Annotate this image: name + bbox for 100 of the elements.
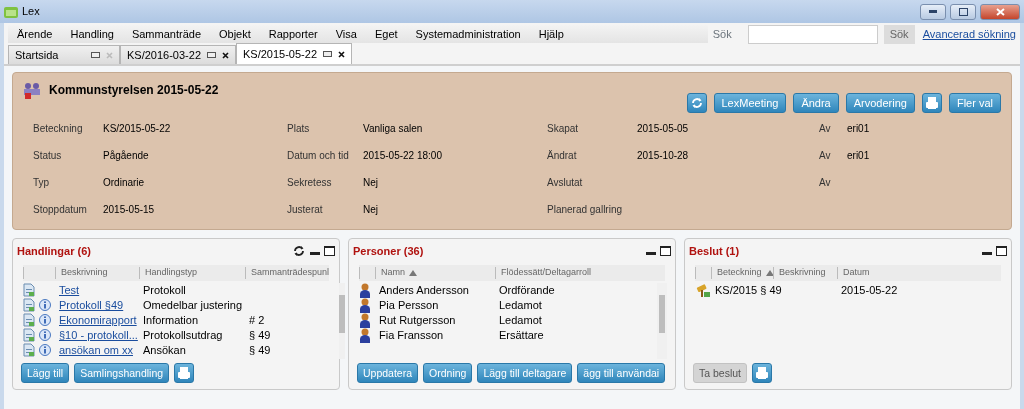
- table-cell-text: § 49: [249, 342, 271, 358]
- table-cell-text: Fia Fransson: [379, 327, 444, 343]
- close-icon[interactable]: [222, 51, 229, 59]
- panel-button[interactable]: Lägg till: [21, 363, 70, 383]
- field-label: Av: [819, 150, 831, 161]
- field-label: Beteckning: [33, 123, 83, 134]
- advanced-search-link[interactable]: Avancerad sökning: [922, 25, 1016, 43]
- column-header[interactable]: Sammanträdespunl: [251, 265, 330, 280]
- scrollbar[interactable]: [339, 282, 345, 359]
- pin-icon[interactable]: [91, 52, 100, 58]
- column-header[interactable]: Beteckning: [717, 265, 762, 280]
- table-cell-text: Protokoll: [143, 282, 186, 298]
- window-title: Lex: [22, 4, 40, 20]
- table-cell-text: Ersättare: [499, 327, 544, 343]
- field-label: Status: [33, 150, 62, 161]
- field-label: Planerad gallring: [547, 204, 623, 215]
- maximize-icon[interactable]: [996, 246, 1007, 257]
- field-value: 2015-10-28: [637, 150, 689, 161]
- table-cell-text: # 2: [249, 312, 265, 328]
- panel-button[interactable]: Uppdatera: [357, 363, 419, 383]
- field-label: Av: [819, 123, 831, 134]
- gavel-icon: [695, 282, 711, 298]
- column-header[interactable]: Namn: [381, 265, 405, 280]
- action-button[interactable]: Arvodering: [845, 93, 915, 113]
- field-label: Stoppdatum: [33, 204, 87, 215]
- field-value: Ordinarie: [103, 177, 145, 188]
- table-cell-text: Ledamot: [499, 312, 542, 328]
- field-label: Datum och tid: [287, 150, 349, 161]
- column-header[interactable]: Datum: [843, 265, 870, 280]
- pin-icon[interactable]: [207, 52, 216, 58]
- table-cell-text: Information: [143, 312, 199, 328]
- refresh-icon[interactable]: [292, 244, 306, 259]
- menu-item[interactable]: Systemadministration: [406, 25, 530, 43]
- person-icon: [359, 297, 371, 313]
- document-link[interactable]: Ekonomirapport: [59, 311, 137, 329]
- field-label: Justerat: [287, 204, 323, 215]
- panel-button[interactable]: Lägg till deltagare: [477, 363, 573, 383]
- close-button[interactable]: [980, 3, 1020, 20]
- table-cell-text: Anders Andersson: [379, 282, 469, 298]
- table-cell-text: Protokollsutdrag: [143, 327, 223, 343]
- pin-icon[interactable]: [323, 51, 332, 57]
- panel-button[interactable]: Samlingshandling: [74, 363, 170, 383]
- field-label: Ändrat: [547, 150, 577, 161]
- column-header[interactable]: Beskrivning: [61, 265, 108, 280]
- table-cell-text: Omedelbar justering: [143, 297, 243, 313]
- menu-item[interactable]: Eget: [365, 25, 407, 43]
- field-label: Skapat: [547, 123, 579, 134]
- info-icon: [39, 329, 51, 341]
- action-button[interactable]: Ändra: [793, 93, 839, 113]
- maximize-button[interactable]: [950, 3, 976, 20]
- maximize-icon[interactable]: [660, 246, 671, 257]
- document-icon: [23, 343, 35, 357]
- tab[interactable]: KS/2016-03-22: [120, 45, 236, 64]
- document-link[interactable]: Test: [59, 281, 80, 299]
- field-label: Av: [819, 177, 831, 188]
- document-link[interactable]: §10 - protokoll...: [59, 326, 138, 344]
- column-header[interactable]: Flödessätt/Deltagarroll: [501, 265, 592, 280]
- minimize-button[interactable]: [920, 3, 946, 20]
- maximize-icon: [958, 7, 968, 16]
- table-cell-text: Rut Rutgersson: [379, 312, 456, 328]
- sort-ascending-icon[interactable]: [765, 269, 774, 276]
- tab[interactable]: KS/2015-05-22: [236, 43, 352, 64]
- panel-button[interactable]: ägg till användai: [577, 363, 666, 383]
- menu-item[interactable]: Handling: [61, 25, 123, 43]
- tab[interactable]: Startsida: [8, 45, 120, 64]
- maximize-icon[interactable]: [324, 246, 335, 257]
- menu-item[interactable]: Objekt: [210, 25, 260, 43]
- menu-item[interactable]: Ärende: [8, 25, 62, 43]
- table-cell-text: Ordförande: [499, 282, 555, 298]
- field-label: Avslutat: [547, 177, 583, 188]
- search-label: Sök: [712, 26, 732, 42]
- menu-item[interactable]: Rapporter: [259, 25, 327, 43]
- sort-ascending-icon[interactable]: [409, 269, 417, 276]
- info-icon: [39, 314, 51, 326]
- action-button[interactable]: LexMeeting: [713, 93, 787, 113]
- column-header[interactable]: Beskrivning: [779, 265, 826, 280]
- close-icon: [995, 7, 1005, 16]
- panel-title: Personer (36): [353, 244, 424, 259]
- column-header[interactable]: Handlingstyp: [145, 265, 198, 280]
- search-field[interactable]: [747, 24, 878, 44]
- field-value: KS/2015-05-22: [103, 123, 171, 134]
- scrollbar[interactable]: [657, 282, 667, 359]
- search-button[interactable]: Sök: [883, 24, 915, 44]
- menu-item[interactable]: Sammanträde: [122, 25, 210, 43]
- table-cell-text: Ledamot: [499, 297, 542, 313]
- menu-item[interactable]: Visa: [326, 25, 366, 43]
- person-icon: [359, 327, 371, 343]
- action-button[interactable]: Fler val: [948, 93, 1001, 113]
- panel-title: Handlingar (6): [17, 244, 91, 259]
- close-icon[interactable]: [338, 50, 345, 58]
- group-icon: [23, 81, 41, 99]
- field-value: eri01: [847, 123, 870, 134]
- panel-button[interactable]: Ordning: [423, 363, 473, 383]
- field-value: 2015-05-05: [637, 123, 689, 134]
- minimize-icon: [929, 9, 937, 14]
- document-link[interactable]: Protokoll §49: [59, 296, 124, 314]
- menu-item[interactable]: Hjälp: [529, 25, 573, 43]
- field-value: Nej: [363, 204, 378, 215]
- info-icon: [39, 299, 51, 311]
- document-link[interactable]: ansökan om xx: [59, 341, 133, 359]
